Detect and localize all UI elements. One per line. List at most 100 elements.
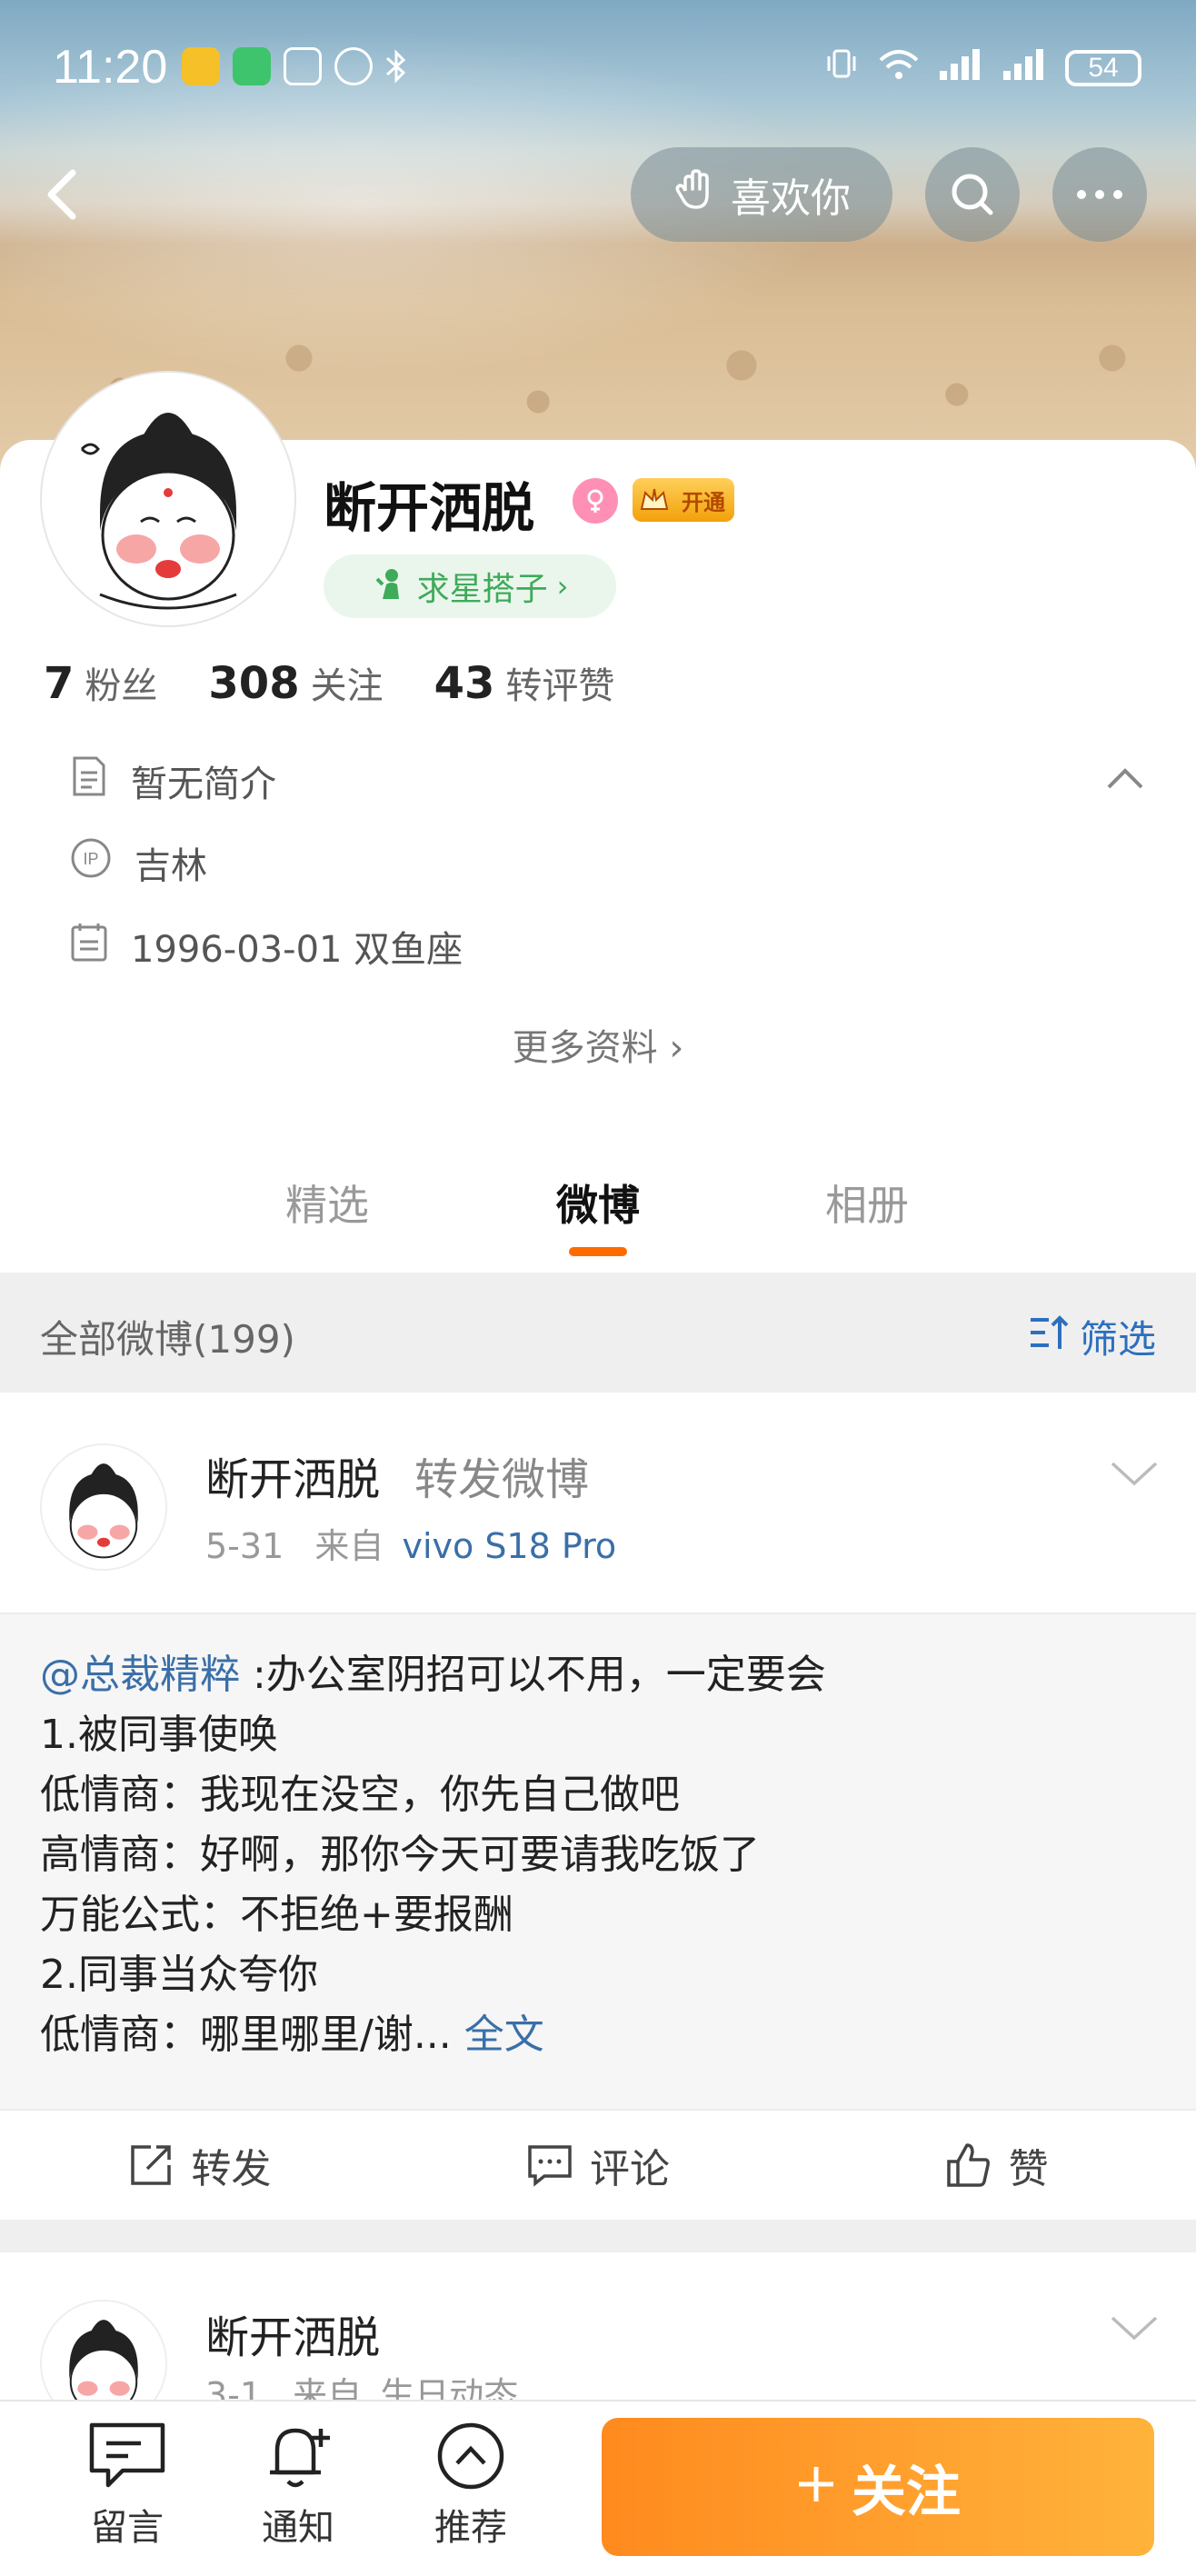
chevron-up-icon (1107, 768, 1143, 789)
avatar-cartoon-image (45, 376, 291, 622)
post-author-avatar[interactable] (40, 1443, 167, 1571)
post-author-name[interactable]: 断开洒脱 (205, 2301, 380, 2365)
post-options-button[interactable] (1109, 1454, 1160, 1491)
svg-text:IP: IP (83, 850, 98, 868)
stat-followers-label: 粉丝 (85, 665, 158, 707)
bell-plus-icon (270, 2428, 330, 2488)
stat-following[interactable]: 308 关注 (208, 656, 383, 709)
more-options-button[interactable] (1052, 147, 1147, 242)
notify-button[interactable]: 通知 (234, 2420, 362, 2551)
more-info-link[interactable]: 更多资料 › (0, 1018, 1196, 1071)
stat-followers[interactable]: 7 粉丝 (44, 656, 157, 709)
post-line-3: 低情商：我现在没空，你先自己做吧 (40, 1772, 680, 1818)
bluetooth-icon (385, 47, 407, 85)
message-icon (89, 2422, 165, 2488)
more-dots-icon (1077, 190, 1122, 199)
mention-link[interactable]: @总裁精粹 (40, 1652, 240, 1698)
star-partner-label: 求星搭子 (416, 571, 548, 608)
signal-icon-1 (938, 45, 985, 90)
message-label: 留言 (91, 2507, 164, 2549)
female-gender-icon (573, 478, 618, 524)
follow-button[interactable]: 关注 (602, 2418, 1154, 2556)
info-location-row: IP 吉林 (69, 836, 207, 889)
tab-featured[interactable]: 精选 (285, 1173, 369, 1233)
collapse-info-button[interactable] (1105, 765, 1145, 794)
location-text: 吉林 (135, 845, 207, 887)
status-system-icons: 54 (823, 45, 1141, 90)
full-text-link[interactable]: 全文 (464, 2012, 544, 2058)
stat-followers-count: 7 (44, 658, 75, 709)
search-icon (952, 174, 993, 215)
status-time: 11:20 (53, 41, 168, 94)
post-separator (0, 2220, 1196, 2252)
follow-label: 关注 (852, 2460, 961, 2524)
thumbs-up-icon (946, 2143, 990, 2187)
post-line-7: 低情商：哪里哪里/谢... 全文 (40, 2005, 1158, 2065)
notify-label: 通知 (262, 2507, 334, 2549)
green-app-icon (233, 47, 271, 85)
chevron-right-icon: › (669, 1027, 684, 1069)
vip-open-label: 开通 (682, 489, 725, 515)
stat-interactions-label: 转评赞 (505, 665, 615, 707)
repost-button[interactable]: 转发 (0, 2111, 399, 2220)
back-button[interactable] (33, 162, 98, 227)
filter-label: 筛选 (1079, 1317, 1156, 1362)
plus-icon (795, 2455, 837, 2519)
post-options-button[interactable] (1109, 2309, 1160, 2349)
post-line-1: @总裁精粹 :办公室阴招可以不用，一定要会 (40, 1645, 1158, 1705)
post-source[interactable]: vivo S18 Pro (402, 1526, 616, 1566)
info-birthday-row: 1996-03-01 双鱼座 (69, 920, 463, 973)
tab-weibo[interactable]: 微博 (556, 1173, 640, 1233)
post-line-5: 万能公式：不拒绝+要报酬 (40, 1892, 513, 1938)
chevron-down-icon (1111, 1462, 1158, 1486)
like-label: 赞 (1008, 2146, 1049, 2192)
avatar-cartoon-image (42, 1445, 165, 1569)
post-action-bar: 转发 评论 赞 (0, 2109, 1196, 2220)
vip-open-badge[interactable]: 开通 (633, 478, 734, 522)
tab-active-indicator (569, 1247, 627, 1256)
like-button[interactable]: 赞 (797, 2111, 1196, 2220)
post-author-name[interactable]: 断开洒脱 (205, 1443, 380, 1507)
wifi-icon (876, 45, 922, 90)
post-text: @总裁精粹 :办公室阴招可以不用，一定要会 1.被同事使唤 低情商：我现在没空，… (40, 1645, 1158, 2065)
tab-album[interactable]: 相册 (825, 1173, 909, 1233)
comment-icon (528, 2145, 572, 2187)
vibrate-icon (823, 45, 860, 90)
stat-following-count: 308 (208, 658, 300, 709)
comment-label: 评论 (590, 2146, 670, 2192)
more-info-label: 更多资料 (512, 1027, 658, 1069)
like-you-label: 喜欢你 (731, 175, 851, 222)
avatar[interactable] (42, 373, 294, 625)
filter-button[interactable]: 筛选 (1027, 1309, 1156, 1364)
post-action-label: 转发微博 (414, 1454, 590, 1505)
hand-wave-icon (673, 167, 718, 223)
filter-sort-icon (1027, 1313, 1071, 1362)
recommend-label: 推荐 (434, 2507, 507, 2549)
repost-icon (131, 2145, 172, 2185)
ip-location-icon: IP (69, 836, 113, 889)
chevron-down-icon (1111, 2316, 1158, 2341)
post-line-2: 1.被同事使唤 (40, 1712, 278, 1758)
post-header (0, 1393, 1196, 1612)
post-date: 5-31 (205, 1526, 284, 1566)
all-weibo-count: 全部微博(199) (40, 1317, 295, 1362)
like-you-button[interactable]: 喜欢你 (631, 147, 892, 242)
profile-stats: 7 粉丝 308 关注 43 转评赞 (44, 656, 614, 709)
weibo-app-icon (182, 47, 220, 85)
message-button[interactable]: 留言 (64, 2420, 191, 2551)
battery-indicator: 54 (1065, 49, 1141, 86)
repost-label: 转发 (191, 2146, 272, 2192)
comment-button[interactable]: 评论 (399, 2111, 798, 2220)
chevron-left-icon (47, 169, 76, 220)
status-notification-icons (182, 47, 407, 85)
stat-interactions[interactable]: 43 转评赞 (434, 656, 615, 709)
star-partner-icon (372, 564, 408, 609)
recommend-button[interactable]: 推荐 (407, 2420, 534, 2551)
post-from: 来自 (314, 1526, 384, 1566)
post-line-4: 高情商：好啊，那你今天可要请我吃饭了 (40, 1832, 760, 1878)
stat-following-label: 关注 (310, 665, 384, 707)
calendar-icon (69, 920, 109, 973)
chevron-right-icon: › (556, 569, 569, 604)
search-button[interactable] (925, 147, 1020, 242)
star-partner-button[interactable]: 求星搭子 › (324, 554, 616, 618)
